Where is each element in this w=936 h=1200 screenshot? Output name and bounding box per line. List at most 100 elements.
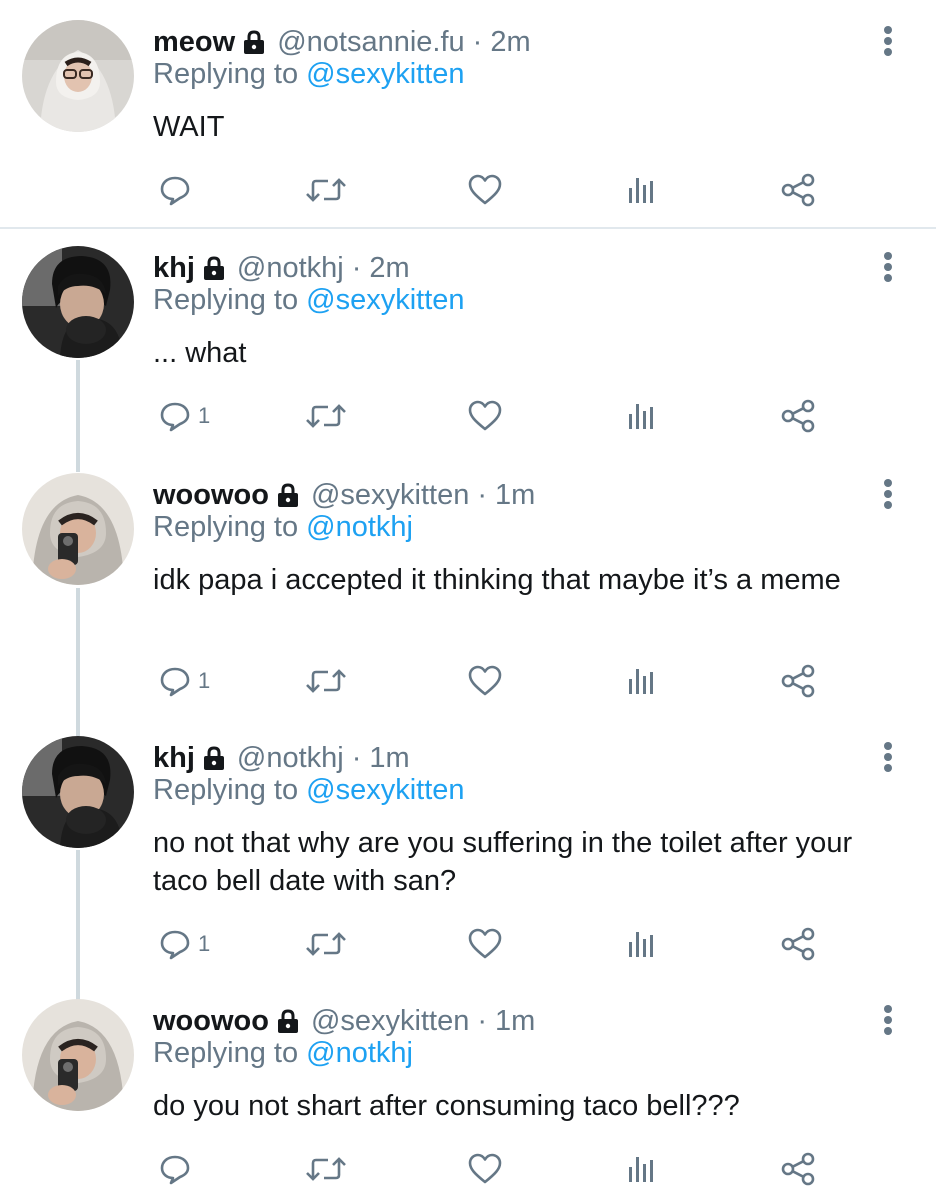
replying-prefix: Replying to bbox=[153, 284, 299, 316]
separator: · bbox=[477, 1004, 488, 1037]
mention-link[interactable]: @notkhj bbox=[306, 1037, 413, 1069]
analytics-icon bbox=[629, 404, 653, 429]
retweet-icon bbox=[306, 932, 346, 956]
mention-link[interactable]: @sexykitten bbox=[306, 58, 464, 90]
reply-count: 1 bbox=[198, 668, 211, 693]
analytics-button[interactable] bbox=[626, 1149, 658, 1189]
avatar[interactable] bbox=[22, 473, 134, 585]
tweet-header: khj @notkhj · 2m bbox=[153, 250, 410, 286]
like-button[interactable] bbox=[467, 1149, 503, 1189]
display-name[interactable]: meow bbox=[153, 26, 235, 59]
separator: · bbox=[351, 251, 362, 284]
retweet-icon bbox=[306, 669, 346, 693]
tweet-text: do you not shart after consuming taco be… bbox=[153, 1090, 740, 1122]
like-button[interactable] bbox=[467, 170, 503, 210]
tweet[interactable]: woowoo @sexykitten · 1m Replying to @not… bbox=[0, 453, 936, 717]
reply-button[interactable] bbox=[158, 1149, 198, 1189]
username[interactable]: @notkhj bbox=[237, 742, 344, 775]
like-button[interactable] bbox=[467, 396, 503, 436]
analytics-icon bbox=[629, 669, 653, 694]
share-icon bbox=[781, 173, 815, 207]
timestamp[interactable]: 1m bbox=[495, 479, 535, 512]
more-options-icon[interactable] bbox=[878, 26, 898, 56]
display-name[interactable]: khj bbox=[153, 252, 195, 285]
display-name[interactable]: khj bbox=[153, 742, 195, 775]
more-options-icon[interactable] bbox=[878, 742, 898, 772]
lock-icon bbox=[243, 30, 265, 54]
reply-icon bbox=[160, 402, 190, 432]
lock-icon bbox=[203, 256, 225, 280]
reply-icon bbox=[160, 667, 190, 697]
heart-icon bbox=[468, 1153, 502, 1184]
retweet-button[interactable] bbox=[304, 1149, 348, 1189]
tweet[interactable]: khj @notkhj · 2m Replying to @sexykitten… bbox=[0, 226, 936, 463]
reply-button[interactable]: 1 bbox=[158, 661, 210, 701]
username[interactable]: @notkhj bbox=[237, 252, 344, 285]
mention-link[interactable]: @sexykitten bbox=[306, 774, 464, 806]
tweet-actions: 1 bbox=[0, 396, 936, 436]
avatar[interactable] bbox=[22, 20, 134, 132]
username[interactable]: @notsannie.fu bbox=[277, 26, 464, 59]
timestamp[interactable]: 1m bbox=[369, 742, 409, 775]
tweet-actions: 1 bbox=[0, 661, 936, 701]
tweet-actions bbox=[0, 1149, 936, 1189]
analytics-button[interactable] bbox=[626, 396, 658, 436]
analytics-icon bbox=[629, 1157, 653, 1182]
avatar[interactable] bbox=[22, 999, 134, 1111]
analytics-icon bbox=[629, 178, 653, 203]
reply-button[interactable]: 1 bbox=[158, 924, 210, 964]
like-button[interactable] bbox=[467, 661, 503, 701]
display-name[interactable]: woowoo bbox=[153, 479, 269, 512]
retweet-button[interactable] bbox=[304, 396, 348, 436]
like-button[interactable] bbox=[467, 924, 503, 964]
more-options-icon[interactable] bbox=[878, 252, 898, 282]
retweet-button[interactable] bbox=[304, 170, 348, 210]
replying-to: Replying to @notkhj bbox=[153, 1037, 413, 1070]
lock-icon bbox=[277, 1009, 299, 1033]
avatar[interactable] bbox=[22, 246, 134, 358]
share-icon bbox=[781, 927, 815, 961]
tweet[interactable]: khj @notkhj · 1m Replying to @sexykitten… bbox=[0, 716, 936, 980]
timestamp[interactable]: 1m bbox=[495, 1005, 535, 1038]
username[interactable]: @sexykitten bbox=[311, 1005, 469, 1038]
tweet-header: khj @notkhj · 1m bbox=[153, 740, 410, 776]
mention-link[interactable]: @sexykitten bbox=[306, 284, 464, 316]
tweet[interactable]: woowoo @sexykitten · 1m Replying to @not… bbox=[0, 979, 936, 1200]
more-options-icon[interactable] bbox=[878, 479, 898, 509]
more-options-icon[interactable] bbox=[878, 1005, 898, 1035]
avatar[interactable] bbox=[22, 736, 134, 848]
analytics-button[interactable] bbox=[626, 170, 658, 210]
timestamp[interactable]: 2m bbox=[369, 252, 409, 285]
tweet-text: idk papa i accepted it thinking that may… bbox=[153, 564, 841, 596]
share-button[interactable] bbox=[780, 924, 816, 964]
tweet-text: WAIT bbox=[153, 111, 225, 143]
timestamp[interactable]: 2m bbox=[490, 26, 530, 59]
lock-icon bbox=[277, 483, 299, 507]
analytics-button[interactable] bbox=[626, 661, 658, 701]
tweet-text: no not that why are you suffering in the… bbox=[153, 827, 853, 897]
share-button[interactable] bbox=[780, 170, 816, 210]
share-button[interactable] bbox=[780, 396, 816, 436]
replying-prefix: Replying to bbox=[153, 1037, 299, 1069]
heart-icon bbox=[468, 928, 502, 959]
tweet-header: meow @notsannie.fu · 2m bbox=[153, 24, 531, 60]
replying-to: Replying to @sexykitten bbox=[153, 774, 465, 807]
share-button[interactable] bbox=[780, 661, 816, 701]
retweet-button[interactable] bbox=[304, 924, 348, 964]
username[interactable]: @sexykitten bbox=[311, 479, 469, 512]
share-button[interactable] bbox=[780, 1149, 816, 1189]
tweet[interactable]: meow @notsannie.fu · 2m Replying to @sex… bbox=[0, 0, 936, 226]
lock-icon bbox=[203, 746, 225, 770]
mention-link[interactable]: @notkhj bbox=[306, 511, 413, 543]
analytics-button[interactable] bbox=[626, 924, 658, 964]
reply-button[interactable]: 1 bbox=[158, 396, 210, 436]
replying-to: Replying to @sexykitten bbox=[153, 284, 465, 317]
replying-to: Replying to @sexykitten bbox=[153, 58, 465, 91]
display-name[interactable]: woowoo bbox=[153, 1005, 269, 1038]
reply-count: 1 bbox=[198, 403, 211, 428]
reply-button[interactable] bbox=[158, 170, 198, 210]
tweet-header: woowoo @sexykitten · 1m bbox=[153, 477, 535, 513]
heart-icon bbox=[468, 174, 502, 205]
retweet-button[interactable] bbox=[304, 661, 348, 701]
reply-icon bbox=[160, 1155, 190, 1185]
